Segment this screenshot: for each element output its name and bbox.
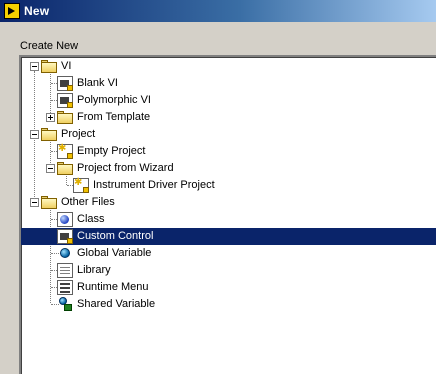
global-variable-icon	[60, 248, 70, 258]
tree-item-vi[interactable]: VI	[21, 58, 436, 75]
folder-open-icon	[41, 196, 57, 209]
create-new-label: Create New	[20, 40, 79, 52]
tree-item-polymorphic-vi[interactable]: Polymorphic VI	[21, 92, 436, 109]
project-file-icon: ✱	[57, 144, 73, 159]
tree-item-label: Other Files	[61, 196, 115, 208]
tree-item-blank-vi[interactable]: Blank VI	[21, 75, 436, 92]
labview-app-icon	[4, 3, 20, 19]
folder-open-icon	[41, 128, 57, 141]
tree-item-other-files[interactable]: Other Files	[21, 194, 436, 211]
window-title: New	[24, 4, 50, 18]
tree-item-class[interactable]: Class	[21, 211, 436, 228]
polymorphic-vi-icon	[57, 93, 73, 108]
tree-item-project-from-wizard[interactable]: Project from Wizard	[21, 160, 436, 177]
tree-item-label: Blank VI	[77, 77, 118, 89]
tree-item-label: Polymorphic VI	[77, 94, 151, 106]
tree-item-label: VI	[61, 60, 72, 72]
tree-item-library[interactable]: Library	[21, 262, 436, 279]
tree-item-label: Runtime Menu	[77, 281, 149, 293]
library-icon	[57, 263, 73, 278]
tree-item-from-template[interactable]: From Template	[21, 109, 436, 126]
tree-item-label: From Template	[77, 111, 151, 123]
shared-variable-icon	[57, 297, 73, 312]
class-icon	[57, 212, 73, 227]
project-wizard-icon: ✱	[73, 178, 89, 193]
collapse-icon[interactable]	[30, 62, 39, 71]
tree-item-empty-project[interactable]: ✱ Empty Project	[21, 143, 436, 160]
tree-item-label: Global Variable	[77, 247, 152, 259]
tree-item-project[interactable]: Project	[21, 126, 436, 143]
custom-control-icon	[57, 229, 73, 244]
tree-item-label: Project	[61, 128, 96, 140]
tree-item-label: Empty Project	[77, 145, 146, 157]
tree-item-label: Class	[77, 213, 105, 225]
tree-item-label: Library	[77, 264, 111, 276]
tree-item-label: Custom Control	[75, 229, 156, 244]
tree-item-label: Project from Wizard	[77, 162, 174, 174]
create-new-tree[interactable]: VI Blank VI Polymorphic VI From Template…	[19, 55, 436, 374]
folder-icon	[57, 111, 73, 124]
tree-item-global-variable[interactable]: Global Variable	[21, 245, 436, 262]
tree-item-shared-variable[interactable]: Shared Variable	[21, 296, 436, 313]
tree-item-custom-control[interactable]: Custom Control	[21, 228, 436, 245]
collapse-icon[interactable]	[30, 130, 39, 139]
title-bar: New	[0, 0, 436, 22]
vi-file-icon	[57, 76, 73, 91]
folder-open-icon	[41, 60, 57, 73]
runtime-menu-icon	[57, 280, 73, 295]
collapse-icon[interactable]	[30, 198, 39, 207]
tree-item-runtime-menu[interactable]: Runtime Menu	[21, 279, 436, 296]
collapse-icon[interactable]	[46, 164, 55, 173]
expand-icon[interactable]	[46, 113, 55, 122]
tree-item-label: Instrument Driver Project	[93, 179, 215, 191]
tree-item-instrument-driver-project[interactable]: ✱ Instrument Driver Project	[21, 177, 436, 194]
tree-item-label: Shared Variable	[77, 298, 156, 310]
folder-open-icon	[57, 162, 73, 175]
